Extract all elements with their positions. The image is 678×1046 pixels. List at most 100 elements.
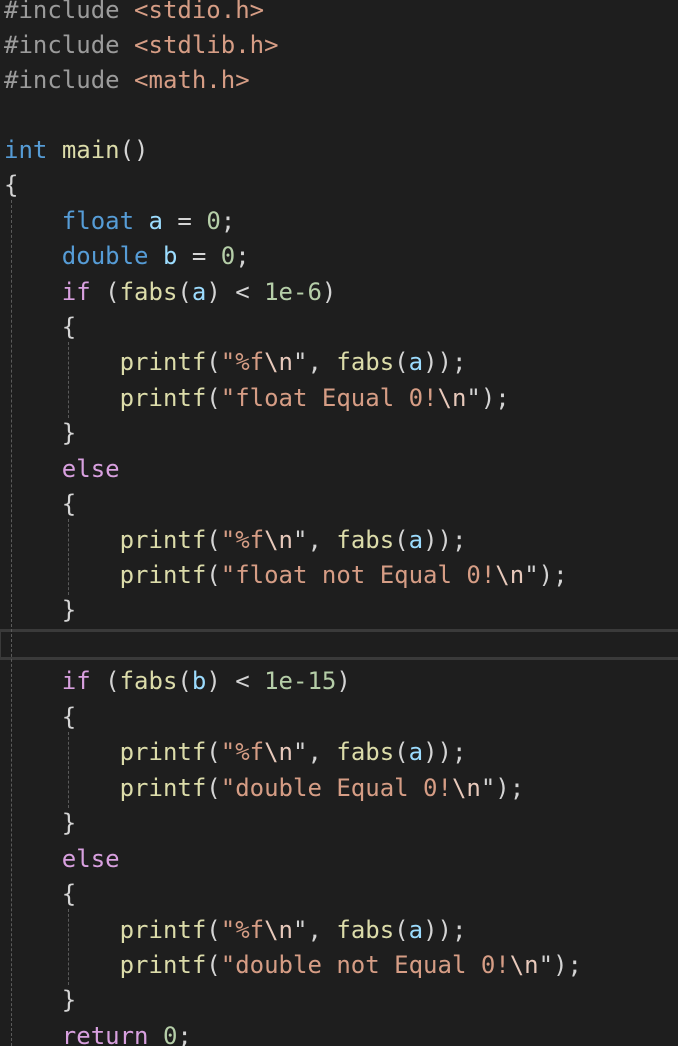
code-line[interactable]: if (fabs(b) < 1e-15) (4, 664, 351, 699)
code-line[interactable]: { (4, 877, 76, 912)
code-text: ) < (206, 666, 265, 695)
code-text: )); (423, 347, 467, 376)
code-text: ; (177, 1021, 192, 1046)
number-literal: 1e-15 (264, 666, 337, 695)
code-line[interactable]: } (4, 416, 76, 451)
code-editor[interactable]: #include <stdio.h> #include <stdlib.h> #in… (0, 0, 678, 1046)
control-keyword: if (61, 277, 91, 306)
code-line[interactable]: else (4, 452, 120, 487)
code-text: } (61, 595, 77, 624)
string-literal: "float Equal 0! (220, 383, 438, 412)
code-line[interactable]: printf("double not Equal 0!\n"); (4, 948, 582, 983)
string-literal: "%f (220, 915, 265, 944)
function-name: fabs (119, 277, 178, 306)
code-text: ( (394, 525, 409, 554)
code-text: )); (423, 915, 467, 944)
code-line[interactable]: #include <math.h> (4, 63, 250, 98)
code-text: " (293, 737, 308, 766)
code-text: ( (206, 737, 221, 766)
code-text: ); (495, 773, 525, 802)
function-name: fabs (336, 915, 395, 944)
string-literal: "%f (220, 525, 265, 554)
variable: a (408, 347, 424, 376)
code-line[interactable]: return 0; (4, 1019, 192, 1046)
code-line[interactable]: { (4, 700, 76, 735)
code-text: , (307, 915, 337, 944)
function-name: fabs (336, 347, 395, 376)
code-text: = (177, 241, 221, 270)
code-text: ( (206, 525, 221, 554)
code-line[interactable]: printf("float Equal 0!\n"); (4, 381, 510, 416)
code-line[interactable]: { (4, 487, 76, 522)
function-name: printf (119, 383, 207, 412)
code-line[interactable]: float a = 0; (4, 204, 235, 239)
preprocessor-directive: #include (4, 30, 120, 59)
code-line[interactable]: } (4, 806, 76, 841)
code-line[interactable]: #include <stdlib.h> (4, 28, 279, 63)
code-text: ( (206, 915, 221, 944)
number-literal: 0 (206, 206, 221, 235)
code-text: ( (394, 347, 409, 376)
code-line[interactable]: printf("double Equal 0!\n"); (4, 771, 525, 806)
code-text: ( (206, 950, 221, 979)
code-text: ( (90, 666, 120, 695)
escape-sequence: \n (264, 737, 294, 766)
code-line[interactable]: { (4, 310, 76, 345)
number-literal: 0 (220, 241, 236, 270)
code-line[interactable]: { (4, 168, 18, 203)
code-line[interactable]: int main() (4, 133, 149, 168)
code-text: ( (90, 277, 120, 306)
code-text: " (524, 560, 539, 589)
string-literal: "%f (220, 737, 265, 766)
function-name: main (61, 135, 120, 164)
variable: a (408, 737, 424, 766)
code-text: " (293, 525, 308, 554)
preprocessor-directive: #include (4, 0, 120, 24)
code-text: ; (235, 241, 250, 270)
code-text: ); (480, 383, 510, 412)
string-literal: "double not Equal 0! (220, 950, 510, 979)
code-line[interactable]: printf("%f\n", fabs(a)); (4, 523, 467, 558)
function-name: fabs (119, 666, 178, 695)
code-text: ( (206, 383, 221, 412)
code-line[interactable]: printf("float not Equal 0!\n"); (4, 558, 568, 593)
variable: a (191, 277, 207, 306)
code-line[interactable]: } (4, 983, 76, 1018)
code-line[interactable]: if (fabs(a) < 1e-6) (4, 275, 337, 310)
escape-sequence: \n (495, 560, 525, 589)
number-literal: 0 (162, 1021, 178, 1046)
number-literal: 1e-6 (264, 277, 322, 306)
code-line[interactable]: double b = 0; (4, 239, 250, 274)
code-line[interactable]: printf("%f\n", fabs(a)); (4, 345, 467, 380)
code-text: ( (177, 277, 192, 306)
code-line[interactable]: else (4, 842, 120, 877)
string-literal: "%f (220, 347, 265, 376)
control-keyword: else (61, 844, 120, 873)
code-text: { (61, 312, 77, 341)
code-line[interactable]: #include <stdio.h> (4, 0, 264, 28)
code-line[interactable]: printf("%f\n", fabs(a)); (4, 913, 467, 948)
include-path: <stdlib.h> (134, 30, 279, 59)
code-text: ) (321, 277, 337, 306)
include-path: <stdio.h> (134, 0, 265, 24)
code-text: } (61, 418, 77, 447)
escape-sequence: \n (264, 525, 294, 554)
function-name: printf (119, 560, 207, 589)
code-text: , (307, 737, 337, 766)
variable: a (148, 206, 163, 235)
code-line[interactable]: printf("%f\n", fabs(a)); (4, 735, 467, 770)
function-name: printf (119, 737, 207, 766)
escape-sequence: \n (437, 383, 467, 412)
code-line[interactable]: } (4, 593, 76, 628)
